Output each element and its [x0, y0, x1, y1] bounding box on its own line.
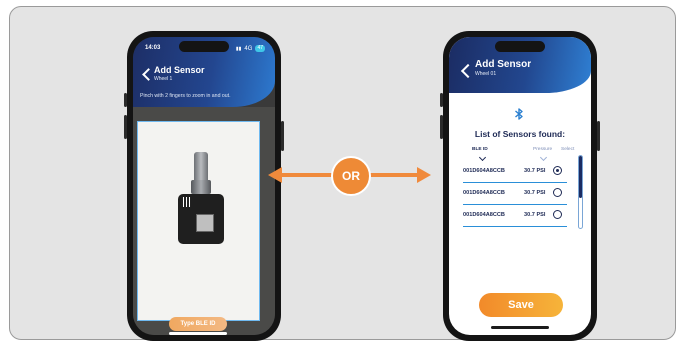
sensor-label-image — [196, 214, 214, 232]
phone-camera-scan: 14:03 ▮▮ 4G 47 Add Sensor Wheel 1 Pinch … — [124, 31, 284, 341]
column-header-pressure: Pressure — [533, 147, 553, 152]
home-indicator — [169, 332, 227, 335]
page-title: Add Sensor — [475, 59, 532, 70]
sort-chevron-icon[interactable] — [478, 153, 487, 162]
sensor-list-screen: Add Sensor Wheel 01 List of Sensors foun… — [449, 37, 591, 335]
right-arrow-shaft — [367, 173, 419, 177]
select-radio[interactable] — [553, 210, 562, 219]
phone-side-button — [281, 121, 284, 151]
column-header-ble-id: BLE ID — [472, 147, 488, 152]
tpms-sensor-body-image — [178, 194, 224, 244]
home-indicator — [491, 326, 549, 329]
phone-side-button — [124, 93, 127, 107]
sensor-row[interactable]: 001D604A8CCB 30.7 PSI — [463, 163, 567, 183]
or-badge: OR — [331, 156, 371, 196]
type-ble-id-button[interactable]: Type BLE ID — [169, 317, 227, 331]
illustration-panel: 14:03 ▮▮ 4G 47 Add Sensor Wheel 1 Pinch … — [9, 6, 676, 341]
wheel-subtitle: Wheel 01 — [475, 71, 497, 77]
sensor-row[interactable]: 001D604A8CCB 30.7 PSI — [463, 185, 567, 205]
select-radio[interactable] — [553, 166, 562, 175]
sensor-ble-id: 001D604A8CCB — [463, 190, 505, 196]
left-arrow-shaft — [280, 173, 336, 177]
row-divider — [463, 182, 567, 183]
sensor-list-title: List of Sensors found: — [474, 129, 566, 139]
network-label: 4G — [244, 45, 253, 52]
sensor-pressure: 30.7 PSI — [524, 212, 546, 218]
bluetooth-icon — [515, 108, 523, 120]
scan-frame — [137, 121, 260, 321]
qr-code-icon — [181, 197, 191, 207]
phone-side-button — [440, 115, 443, 139]
sensor-ble-id: 001D604A8CCB — [463, 168, 505, 174]
sort-chevron-icon[interactable] — [539, 153, 548, 162]
phone-sensor-list: Add Sensor Wheel 01 List of Sensors foun… — [440, 31, 600, 341]
tpms-sensor-valve-image — [194, 152, 208, 182]
sensor-row[interactable]: 001D604A8CCB 30.7 PSI — [463, 207, 567, 227]
battery-icon: 47 — [255, 45, 265, 52]
phone-side-button — [597, 121, 600, 151]
row-divider — [463, 204, 567, 205]
phone-notch — [179, 41, 229, 52]
scrollbar-thumb[interactable] — [579, 156, 582, 198]
row-divider — [463, 226, 567, 227]
page-title: Add Sensor — [154, 65, 205, 75]
sensor-pressure: 30.7 PSI — [524, 190, 546, 196]
select-radio[interactable] — [553, 188, 562, 197]
arrow-left-icon — [268, 167, 282, 183]
status-time: 14:03 — [145, 45, 161, 51]
column-header-select: Select — [561, 147, 575, 152]
save-button[interactable]: Save — [479, 293, 563, 317]
back-chevron-icon[interactable] — [142, 68, 155, 81]
signal-icon: ▮▮ — [235, 45, 242, 52]
sensor-pressure: 30.7 PSI — [524, 168, 546, 174]
phone-side-button — [124, 115, 127, 139]
zoom-instruction: Pinch with 2 fingers to zoom in and out. — [140, 93, 231, 99]
sensor-ble-id: 001D604A8CCB — [463, 212, 505, 218]
back-chevron-icon[interactable] — [460, 63, 476, 79]
phone-side-button — [440, 93, 443, 107]
wheel-subtitle: Wheel 1 — [154, 76, 173, 82]
list-scrollbar[interactable] — [578, 155, 583, 229]
phone-notch — [495, 41, 545, 52]
arrow-right-icon — [417, 167, 431, 183]
tpms-sensor-nut-image — [191, 180, 211, 194]
